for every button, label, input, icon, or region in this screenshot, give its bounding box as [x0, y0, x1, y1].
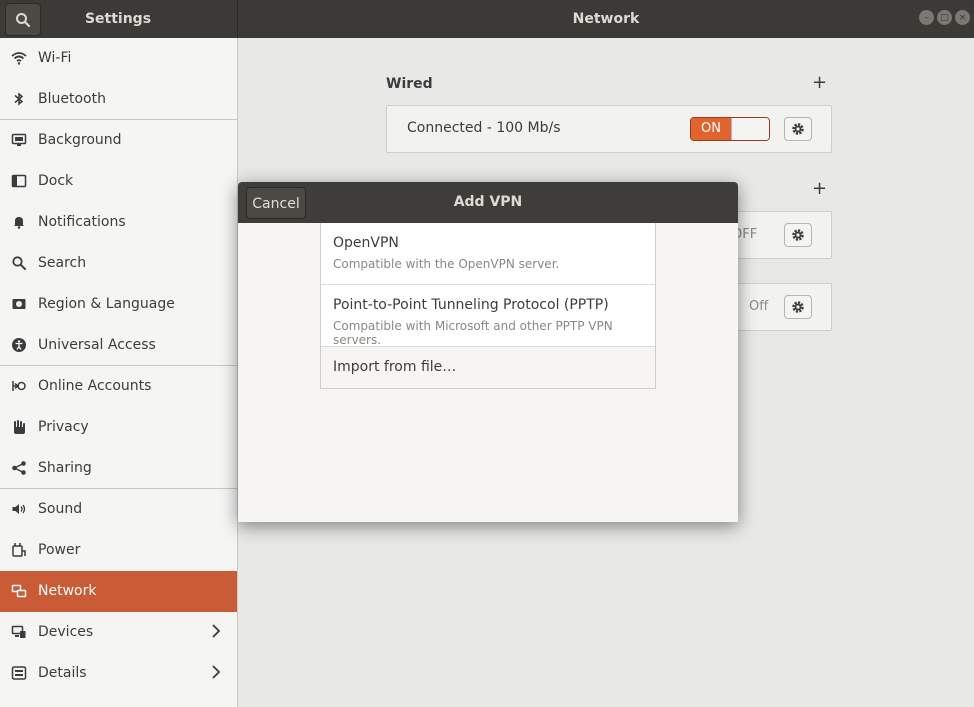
sidebar-item-network[interactable]: Network: [0, 571, 237, 612]
sidebar-item-privacy[interactable]: Privacy: [0, 407, 237, 448]
accessibility-icon: [0, 337, 38, 353]
share-icon: [0, 460, 38, 476]
search-icon: [0, 255, 38, 271]
title-bar: Settings Network – □ ×: [0, 0, 974, 38]
wired-section-title: Wired: [386, 76, 433, 92]
speaker-icon: [0, 501, 38, 517]
vpn-option-pptp[interactable]: Point-to-Point Tunneling Protocol (PPTP)…: [321, 285, 655, 347]
dialog-title: Add VPN: [453, 194, 523, 210]
toggle-knob: [731, 118, 769, 140]
sidebar-item-notifications[interactable]: Notifications: [0, 202, 237, 243]
sidebar-item-label: Notifications: [38, 214, 126, 230]
gear-icon: [792, 229, 804, 241]
import-from-file-option[interactable]: Import from file…: [321, 347, 655, 388]
sidebar-item-label: Wi-Fi: [38, 50, 72, 66]
network-icon: [0, 583, 38, 599]
add-wired-plus-icon[interactable]: +: [812, 72, 827, 93]
sidebar-item-label: Bluetooth: [38, 91, 106, 107]
wired-status: Connected - 100 Mb/s: [407, 120, 561, 136]
sidebar-item-devices[interactable]: Devices: [0, 612, 237, 653]
vpn-option-name: Point-to-Point Tunneling Protocol (PPTP): [333, 297, 609, 313]
info-icon: [0, 665, 38, 681]
add-vpn-dialog: Cancel Add VPN OpenVPN Compatible with t…: [238, 182, 738, 522]
window-controls: – □ ×: [919, 10, 970, 25]
sidebar-item-label: Power: [38, 542, 81, 558]
bell-icon: [0, 214, 38, 230]
sidebar-item-bluetooth[interactable]: Bluetooth: [0, 79, 237, 120]
sidebar-item-details[interactable]: Details: [0, 653, 237, 694]
sidebar-item-label: Network: [38, 583, 97, 599]
vpn-settings-button[interactable]: [784, 223, 812, 247]
sidebar-item-online-accounts[interactable]: Online Accounts: [0, 366, 237, 407]
power-icon: [0, 542, 38, 558]
toggle-on-label: ON: [691, 118, 731, 140]
dialog-header: Cancel Add VPN: [238, 182, 738, 223]
sidebar-item-label: Devices: [38, 624, 94, 640]
search-icon: [16, 12, 31, 27]
hand-icon: [0, 419, 38, 435]
vpn-option-description: Compatible with the OpenVPN server.: [333, 257, 560, 271]
sidebar-item-label: Online Accounts: [38, 378, 152, 394]
online-accounts-icon: [0, 378, 38, 394]
vpn-option-openvpn[interactable]: OpenVPN Compatible with the OpenVPN serv…: [321, 223, 655, 285]
panel-title: Network: [572, 11, 640, 27]
sidebar-item-wifi[interactable]: Wi-Fi: [0, 38, 237, 79]
sidebar-item-label: Details: [38, 665, 87, 681]
sidebar-item-label: Region & Language: [38, 296, 175, 312]
sidebar-item-label: Privacy: [38, 419, 89, 435]
sidebar-item-label: Background: [38, 132, 122, 148]
add-vpn-plus-icon[interactable]: +: [812, 178, 827, 199]
chevron-right-icon: [211, 665, 221, 683]
vpn-option-description: Compatible with Microsoft and other PPTP…: [333, 319, 613, 347]
chevron-right-icon: [211, 624, 221, 642]
sidebar-item-label: Universal Access: [38, 337, 156, 353]
proxy-settings-button[interactable]: [784, 295, 812, 319]
settings-title: Settings: [84, 11, 152, 27]
maximize-icon[interactable]: □: [937, 10, 952, 25]
wired-settings-button[interactable]: [784, 117, 812, 141]
wired-connection-card: Connected - 100 Mb/s ON: [386, 105, 832, 153]
vpn-type-list: OpenVPN Compatible with the OpenVPN serv…: [320, 223, 656, 389]
minimize-icon[interactable]: –: [919, 10, 934, 25]
close-icon[interactable]: ×: [955, 10, 970, 25]
vpn-option-name: OpenVPN: [333, 235, 399, 251]
sidebar-item-universal-access[interactable]: Universal Access: [0, 325, 237, 366]
sidebar-item-label: Search: [38, 255, 87, 271]
sidebar-item-label: Sound: [38, 501, 83, 517]
sidebar-item-region-language[interactable]: Region & Language: [0, 284, 237, 325]
sidebar-item-sharing[interactable]: Sharing: [0, 448, 237, 489]
sidebar-item-search[interactable]: Search: [0, 243, 237, 284]
sidebar-item-sound[interactable]: Sound: [0, 489, 237, 530]
wifi-icon: [0, 50, 38, 66]
sidebar-item-power[interactable]: Power: [0, 530, 237, 571]
sidebar-item-label: Dock: [38, 173, 74, 189]
sidebar-item-label: Sharing: [38, 460, 92, 476]
bluetooth-icon: [0, 91, 38, 107]
region-icon: [0, 296, 38, 312]
search-button[interactable]: [5, 3, 41, 36]
proxy-status: Off: [749, 299, 769, 314]
gear-icon: [792, 123, 804, 135]
dock-icon: [0, 173, 38, 189]
wired-toggle[interactable]: ON: [690, 117, 770, 141]
devices-icon: [0, 624, 38, 640]
sidebar-item-dock[interactable]: Dock: [0, 161, 237, 202]
sidebar: Wi-Fi Bluetooth Background Dock Notifica…: [0, 38, 238, 707]
sidebar-item-background[interactable]: Background: [0, 120, 237, 161]
background-icon: [0, 132, 38, 148]
gear-icon: [792, 301, 804, 313]
